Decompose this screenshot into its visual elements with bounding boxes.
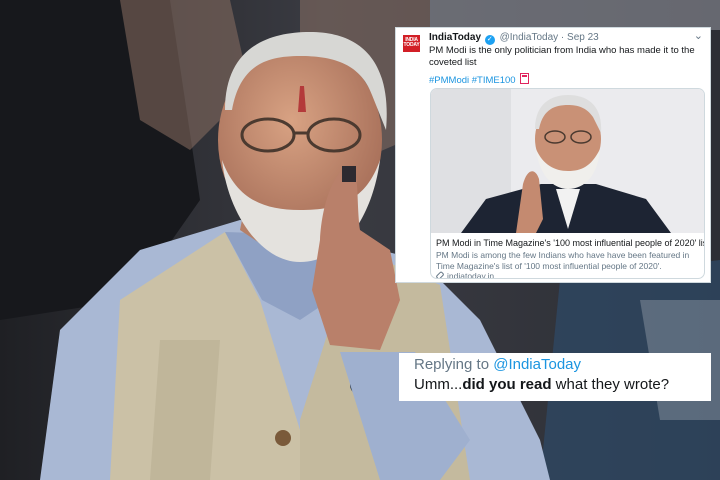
- replying-to-label: Replying to: [414, 356, 490, 373]
- link-preview-card[interactable]: PM Modi in Time Magazine's '100 most inf…: [430, 88, 705, 279]
- link-icon: [435, 270, 445, 278]
- reply-text: Umm...did you read what they wrote?: [414, 376, 669, 393]
- verified-badge-icon: ✓: [484, 35, 495, 45]
- reply-text-before: Umm...: [414, 376, 463, 393]
- tweet-date[interactable]: Sep 23: [567, 32, 599, 43]
- india-today-logo[interactable]: INDIA TODAY: [403, 35, 420, 52]
- logo-text: INDIA TODAY: [403, 37, 420, 48]
- replying-to-handle[interactable]: @IndiaToday: [493, 356, 581, 373]
- tweet-hashtags: #PMModi #TIME100: [429, 73, 530, 86]
- tweet-text: PM Modi is the only politician from Indi…: [429, 45, 695, 68]
- reply-text-after: what they wrote?: [551, 376, 670, 393]
- tweet-card[interactable]: INDIA TODAY IndiaToday ✓ @IndiaToday · S…: [395, 27, 711, 283]
- display-name[interactable]: IndiaToday: [429, 32, 481, 43]
- link-preview-domain: indiatoday.in: [435, 270, 495, 279]
- replying-to-line: Replying to @IndiaToday: [414, 356, 581, 373]
- reply-text-bold: did you read: [462, 376, 552, 393]
- chevron-down-icon[interactable]: ⌄: [694, 29, 703, 42]
- reply-tweet[interactable]: Replying to @IndiaToday Umm...did you re…: [399, 353, 711, 401]
- preview-photo-illustration: [431, 89, 704, 233]
- link-preview-title: PM Modi in Time Magazine's '100 most inf…: [436, 238, 705, 248]
- tweet-header: IndiaToday ✓ @IndiaToday · Sep 23: [429, 32, 599, 45]
- link-preview-description: PM Modi is among the few Indians who hav…: [436, 250, 690, 271]
- hundred-emoji-icon: [520, 73, 530, 84]
- header-separator: ·: [560, 32, 565, 43]
- hashtag-links[interactable]: #PMModi #TIME100: [429, 75, 516, 86]
- link-preview-image: [431, 89, 704, 233]
- user-handle[interactable]: @IndiaToday: [500, 32, 559, 43]
- domain-text: indiatoday.in: [447, 271, 495, 279]
